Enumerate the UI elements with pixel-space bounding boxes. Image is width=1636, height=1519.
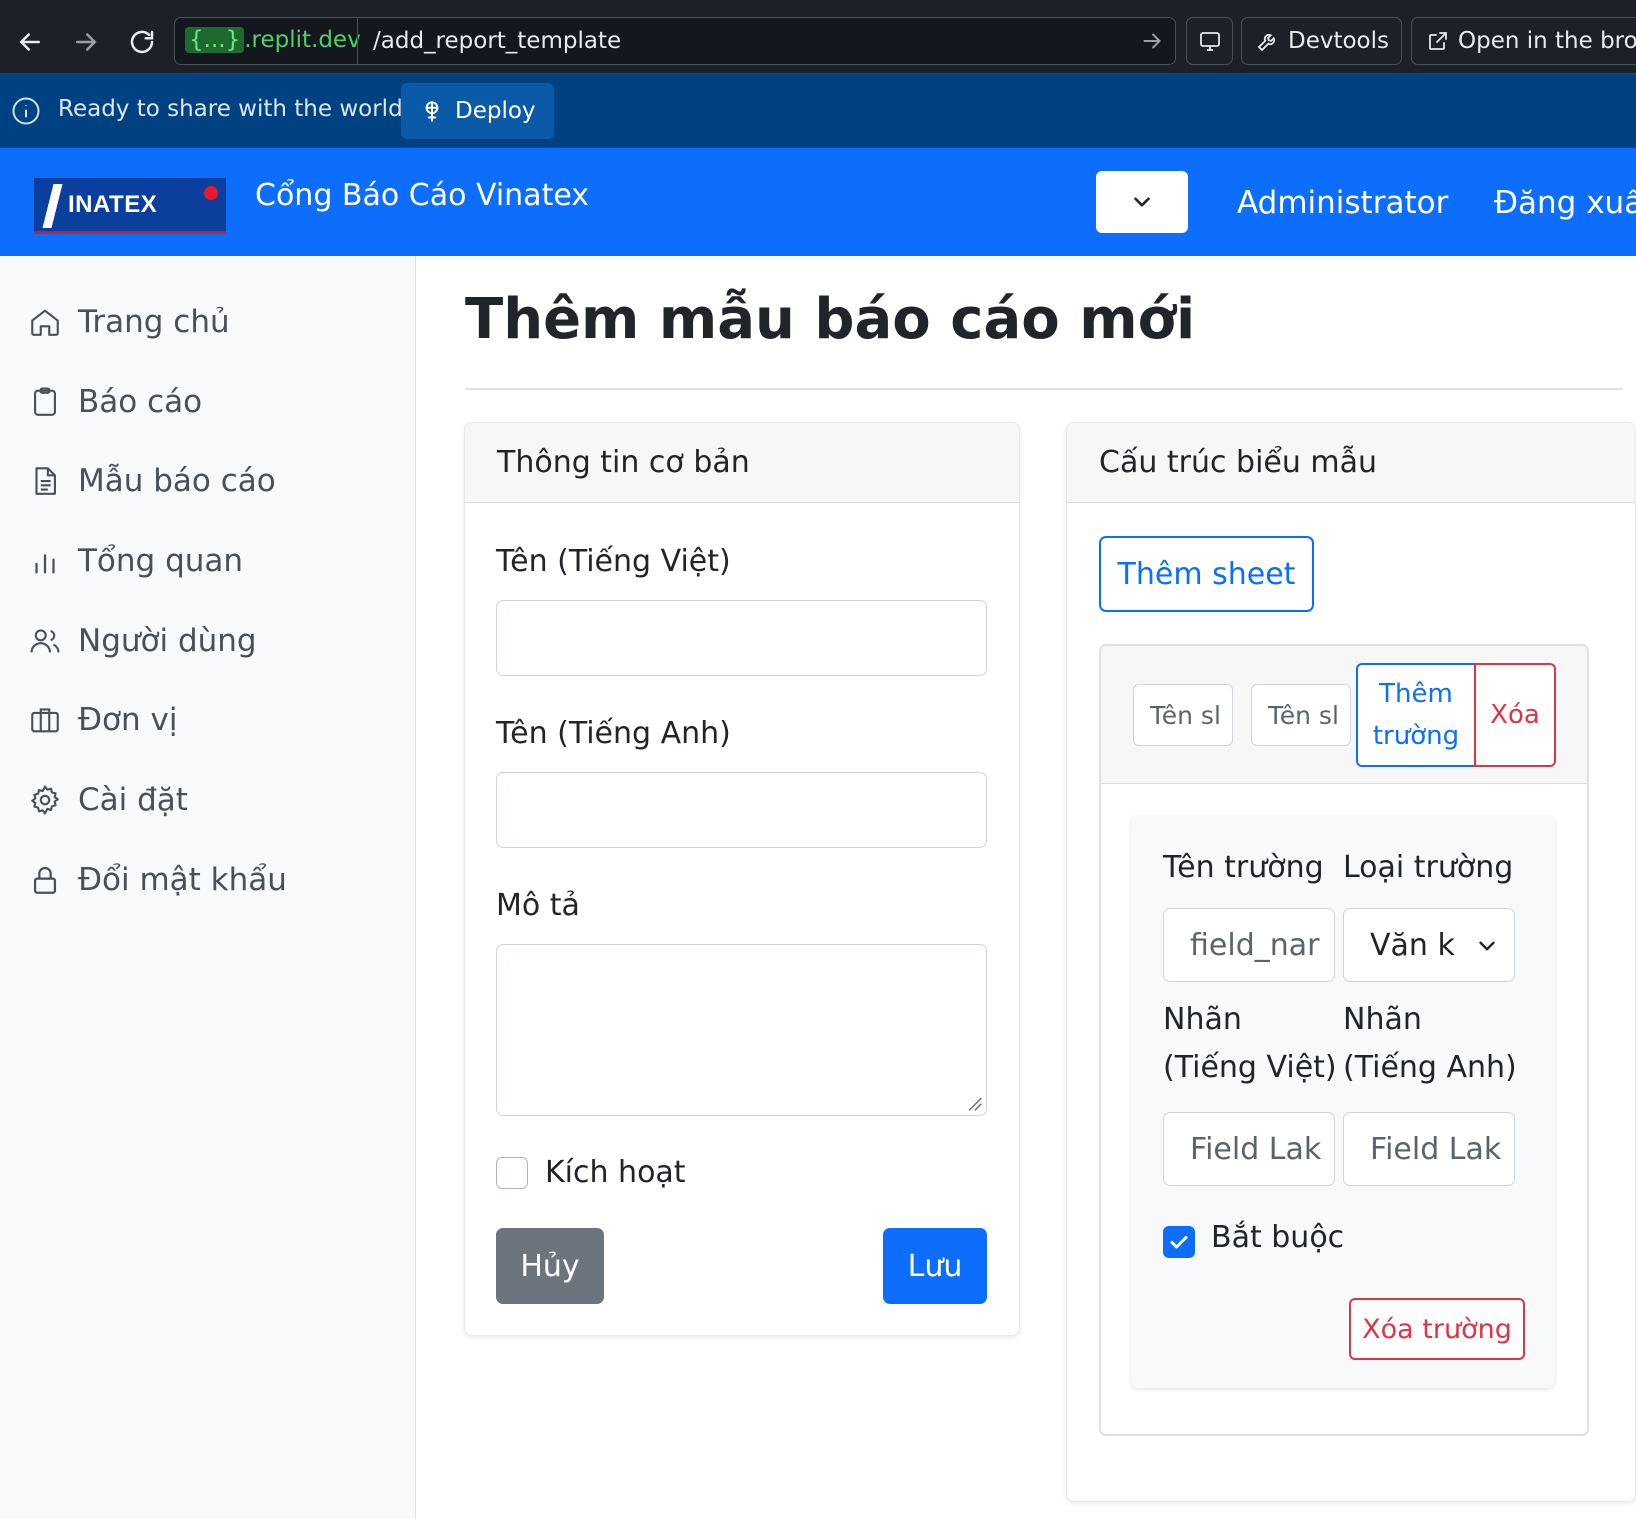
logo-slash [42,184,63,228]
logo-text: INATEX [68,191,158,218]
sidebar-item-label: Tổng quan [78,543,244,579]
monitor-icon [1199,32,1220,51]
name-en-input[interactable] [496,772,987,848]
file-text-icon [35,467,56,495]
cancel-button[interactable]: Hủy [496,1228,604,1304]
browser-toolbar: {...} .replit.dev /add_report_template De… [0,0,1636,74]
app-navbar: INATEX Cổng Báo Cáo Vinatex Administrato… [0,148,1636,256]
wrench-icon [1257,33,1276,52]
sidebar: Trang chủ Báo cáo Mẫu báo cáo Tổng quan … [0,256,416,1519]
arrow-right-icon [76,33,97,51]
sidebar-item-label: Trang chủ [78,304,230,340]
check-icon [1170,1236,1188,1249]
active-checkbox[interactable] [496,1157,528,1189]
logout-link[interactable]: Đăng xuất [1494,185,1636,221]
add-field-button[interactable]: Thêm trường [1356,663,1476,767]
field-type-value: Văn k [1370,927,1455,963]
sidebar-item-users[interactable]: Người dùng [28,616,257,666]
sidebar-item-label: Đơn vị [78,702,178,738]
page-title: Thêm mẫu báo cáo mới [465,287,1196,352]
sidebar-item-overview[interactable]: Tổng quan [28,536,243,586]
required-label: Bắt buộc [1211,1220,1345,1255]
required-checkbox[interactable] [1163,1226,1195,1258]
user-name-link[interactable]: Administrator [1237,185,1448,221]
forward-button[interactable] [64,20,108,64]
sidebar-item-label: Mẫu báo cáo [78,463,276,499]
address-bar[interactable]: {...} .replit.dev /add_report_template [174,17,1176,65]
field-type-label: Loại trường [1343,850,1514,885]
sheet-panel: Tên sl Tên sl Thêm trường Xóa Tên trường… [1099,644,1589,1436]
sidebar-item-label: Báo cáo [78,384,203,420]
chevron-down-icon [1479,941,1495,951]
label-en-input[interactable]: Field Lak [1343,1112,1515,1186]
back-button[interactable] [8,20,52,64]
lock-icon [33,866,57,894]
label-vi-label: Nhãn (Tiếng Việt) [1163,1002,1337,1085]
sidebar-item-reports[interactable]: Báo cáo [28,377,202,427]
language-dropdown[interactable] [1096,171,1188,233]
house-icon [31,309,59,336]
description-textarea[interactable] [496,944,987,1116]
briefcase-icon [31,708,59,733]
sidebar-item-label: Người dùng [78,623,257,659]
gear-icon [31,785,59,815]
form-structure-header: Cấu trúc biểu mẫu [1067,423,1635,503]
devtools-button[interactable]: Devtools [1241,17,1402,65]
sidebar-item-label: Cài đặt [78,782,188,818]
label-vi-input[interactable]: Field Lak [1163,1112,1335,1186]
active-label: Kích hoạt [545,1155,686,1190]
field-card: Tên trường Loại trường field_nar Văn k N… [1131,816,1555,1388]
brand-title[interactable]: Cổng Báo Cáo Vinatex [255,178,589,213]
deploy-label: Deploy [455,98,536,124]
sheet-header: Tên sl Tên sl Thêm trường Xóa [1101,646,1587,784]
open-in-browser-label: Open in the brow [1458,28,1636,54]
devtools-label: Devtools [1288,28,1390,54]
save-button[interactable]: Lưu [883,1228,987,1304]
sheet-name-vi-input[interactable]: Tên sl [1133,684,1233,746]
resize-grip-icon[interactable] [964,1093,982,1111]
clipboard-icon [34,387,56,416]
arrow-left-icon [19,33,40,51]
chevron-down-icon [1134,197,1150,207]
url-host: {...} .replit.dev [185,27,361,53]
bar-chart-icon [35,554,55,574]
delete-field-button[interactable]: Xóa trường [1349,1298,1525,1360]
external-link-icon [1429,32,1447,50]
title-divider [465,388,1623,390]
field-name-label: Tên trường [1163,850,1324,885]
users-icon [30,629,60,653]
banner-text: Ready to share with the world? [58,96,415,122]
field-name-input[interactable]: field_nar [1163,908,1335,982]
name-en-label: Tên (Tiếng Anh) [496,716,731,751]
sidebar-item-label: Đổi mật khẩu [78,862,287,898]
sidebar-item-units[interactable]: Đơn vị [28,695,177,745]
vinatex-logo[interactable]: INATEX [34,178,226,234]
deploy-banner: Ready to share with the world? Deploy [0,74,1636,148]
deploy-button[interactable]: Deploy [401,83,554,139]
logo-dot [204,186,218,200]
open-in-browser-button[interactable]: Open in the brow [1411,17,1636,65]
device-preview-button[interactable] [1186,17,1233,65]
delete-sheet-button[interactable]: Xóa [1474,663,1556,767]
basic-info-header: Thông tin cơ bản [465,423,1019,503]
reload-button[interactable] [120,20,164,64]
sidebar-item-settings[interactable]: Cài đặt [28,775,188,825]
sidebar-item-home[interactable]: Trang chủ [28,297,230,347]
description-label: Mô tả [496,888,580,923]
sheet-name-en-input[interactable]: Tên sl [1251,684,1351,746]
sidebar-item-change-password[interactable]: Đổi mật khẩu [28,855,287,905]
add-sheet-button[interactable]: Thêm sheet [1099,536,1314,612]
url-path: /add_report_template [373,28,622,54]
go-arrow-icon[interactable] [1139,28,1165,54]
sidebar-item-templates[interactable]: Mẫu báo cáo [28,456,276,506]
label-en-label: Nhãn (Tiếng Anh) [1343,1002,1517,1085]
deploy-icon [425,101,439,122]
name-vi-label: Tên (Tiếng Việt) [496,544,731,579]
field-type-select[interactable]: Văn k [1343,908,1515,982]
reload-icon [130,30,154,54]
name-vi-input[interactable] [496,600,987,676]
url-divider [357,18,358,64]
info-icon [12,97,40,125]
